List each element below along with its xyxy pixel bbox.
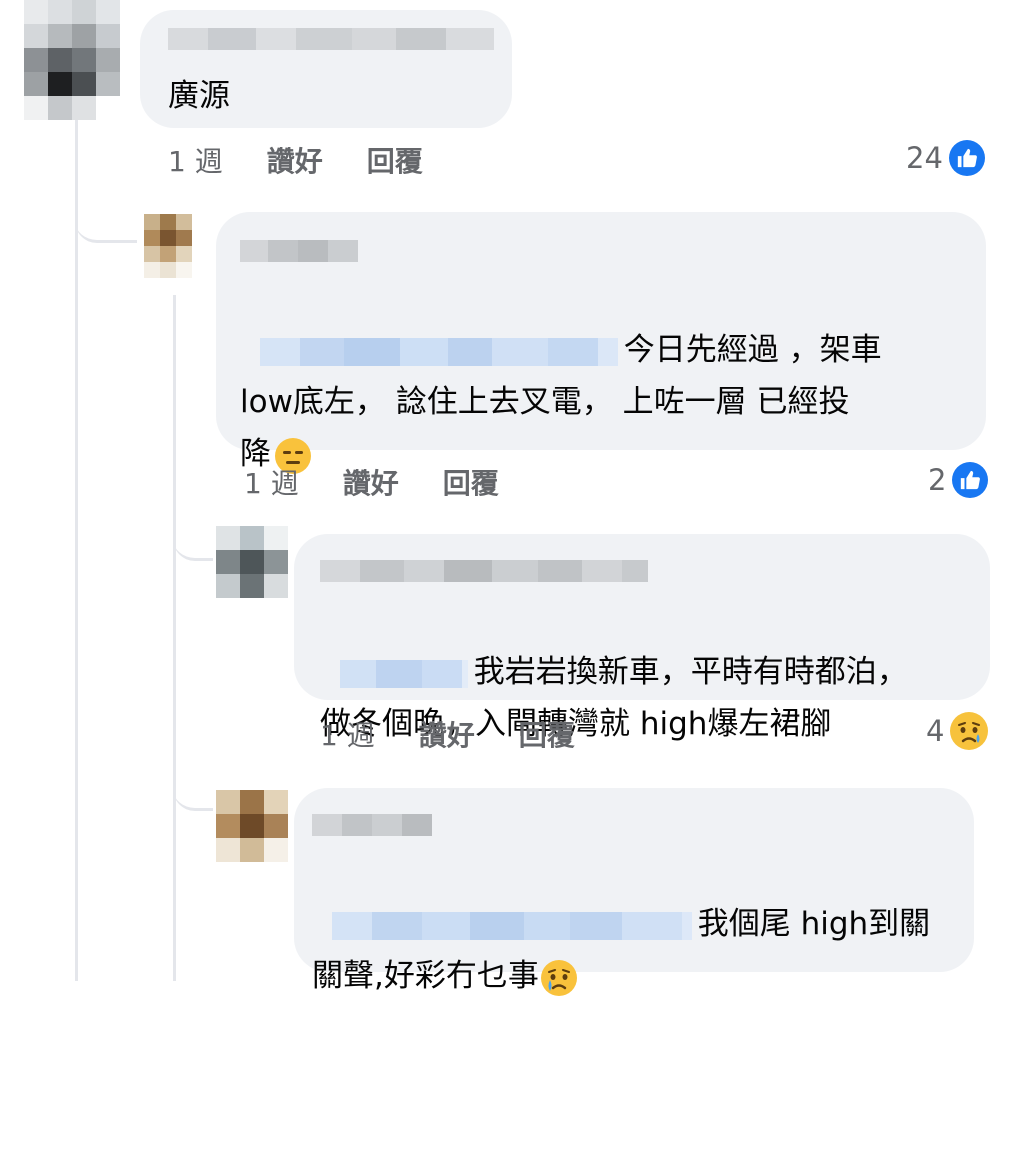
comment-actions: 1 週 讚好 回覆 — [168, 140, 467, 180]
author-name[interactable] — [168, 28, 494, 50]
reaction-summary[interactable]: 4 — [926, 712, 989, 750]
reaction-summary[interactable]: 2 — [928, 462, 989, 498]
reaction-count: 2 — [928, 463, 947, 497]
author-name[interactable] — [320, 560, 648, 582]
reply-button[interactable]: 回覆 — [443, 462, 499, 502]
comment-timestamp[interactable]: 1 週 — [320, 714, 375, 754]
mention-tag[interactable] — [259, 337, 618, 366]
comment-text: 今日先經過 ，架車 low底左， 諗住上去叉電， 上咗一層 已經投降 — [240, 272, 960, 480]
comment-text-line: low底左， 諗住上去叉電， 上咗一層 已經投 — [240, 384, 850, 420]
avatar[interactable] — [216, 526, 288, 598]
thread-connector — [173, 760, 213, 811]
reaction-summary[interactable]: 24 — [906, 140, 985, 176]
comment-text-line: 我個尾 high到關 — [697, 906, 931, 942]
comment-text-line: 關聲,好彩冇乜事 — [312, 958, 539, 994]
like-button[interactable]: 讚好 — [419, 714, 475, 754]
reaction-count: 4 — [926, 714, 945, 748]
reaction-count: 24 — [906, 141, 943, 175]
thread-line-nested — [173, 295, 176, 981]
like-button[interactable]: 讚好 — [267, 140, 323, 180]
author-name[interactable] — [240, 240, 358, 262]
avatar[interactable] — [24, 0, 120, 120]
thread-connector — [173, 500, 213, 561]
comment-text: 廣源 — [168, 78, 230, 114]
comment-text-line: 今日先經過 ，架車 — [623, 332, 882, 368]
mention-tag[interactable] — [331, 911, 692, 940]
crying-face-icon — [540, 959, 577, 996]
avatar[interactable] — [144, 214, 192, 278]
comment-text: 我個尾 high到關關聲,好彩冇乜事 — [312, 846, 962, 1002]
like-icon — [948, 140, 985, 176]
like-button[interactable]: 讚好 — [343, 462, 399, 502]
avatar[interactable] — [216, 790, 288, 862]
like-icon — [952, 462, 989, 498]
comment-timestamp[interactable]: 1 週 — [244, 462, 299, 502]
comment-actions: 1 週 讚好 回覆 — [244, 462, 543, 502]
thread-connector — [75, 120, 137, 243]
comment-actions: 1 週 讚好 回覆 — [320, 714, 619, 754]
sad-icon — [950, 712, 989, 750]
comment-timestamp[interactable]: 1 週 — [168, 140, 223, 180]
reply-button[interactable]: 回覆 — [519, 714, 575, 754]
thread-line-main — [75, 120, 78, 981]
author-name[interactable] — [312, 814, 432, 836]
reply-button[interactable]: 回覆 — [367, 140, 423, 180]
mention-tag[interactable] — [339, 659, 468, 688]
comment-text-line: 我岩岩換新車，平時有時都泊， — [473, 654, 908, 690]
